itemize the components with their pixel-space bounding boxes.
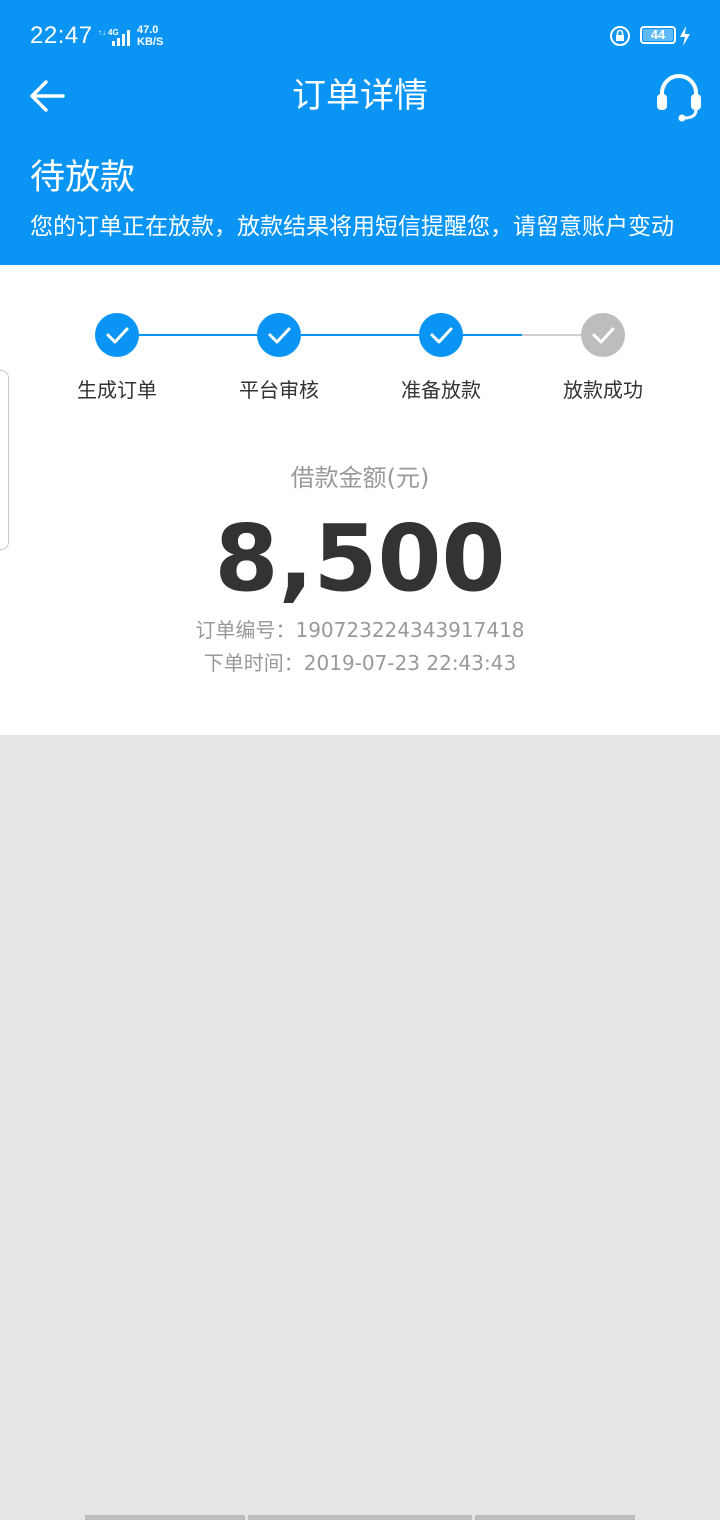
- bottom-bar-segment: [248, 1515, 472, 1520]
- order-time-label: 下单时间：: [203, 651, 304, 675]
- loan-amount-label: 借款金额(元): [290, 464, 430, 492]
- step-done-icon: [419, 313, 463, 357]
- check-icon: [430, 327, 453, 344]
- battery-icon: 44: [640, 26, 676, 44]
- step-label-prepare-loan: 准备放款: [401, 378, 481, 402]
- side-drawer-handle[interactable]: [0, 370, 9, 550]
- bottom-bar-segment: [85, 1515, 245, 1520]
- step-done-icon: [95, 313, 139, 357]
- status-time: 22:47: [30, 22, 93, 49]
- customer-service-button[interactable]: [652, 72, 706, 122]
- order-number-label: 订单编号：: [195, 618, 296, 642]
- svg-text:↑↓: ↑↓: [98, 28, 106, 37]
- headset-icon: [657, 74, 701, 122]
- nav-bar: 订单详情: [0, 62, 720, 130]
- charging-icon: [680, 26, 690, 46]
- step-connector: [441, 334, 603, 336]
- order-number-row: 订单编号：190723224343917418: [0, 615, 720, 645]
- bottom-bar-segment: [475, 1515, 635, 1520]
- order-time-row: 下单时间：2019-07-23 22:43:43: [0, 648, 720, 678]
- header-panel: 22:47 ↑↓ 4G 47.0 KB/S 44 订单详情 待放款 您的订单正在…: [0, 0, 720, 265]
- network-speed: 47.0 KB/S: [137, 24, 164, 48]
- step-label-loan-success: 放款成功: [563, 378, 643, 402]
- check-icon: [592, 327, 615, 344]
- order-status-title: 待放款: [30, 158, 136, 198]
- step-label-platform-review: 平台审核: [239, 378, 319, 402]
- order-time-value: 2019-07-23 22:43:43: [303, 651, 517, 675]
- signal-icon: ↑↓ 4G: [98, 28, 130, 46]
- check-icon: [106, 327, 129, 344]
- step-connector: [279, 334, 441, 336]
- svg-text:4G: 4G: [108, 28, 119, 37]
- step-label-create-order: 生成订单: [77, 378, 157, 402]
- order-number-value: 190723224343917418: [295, 618, 525, 642]
- rotation-lock-icon: [610, 26, 630, 46]
- step-connector: [117, 334, 279, 336]
- step-pending-icon: [581, 313, 625, 357]
- step-done-icon: [257, 313, 301, 357]
- order-status-description: 您的订单正在放款，放款结果将用短信提醒您，请留意账户变动: [30, 214, 674, 240]
- page-title: 订单详情: [292, 76, 428, 116]
- loan-amount-value: 8,500: [214, 505, 506, 612]
- check-icon: [268, 327, 291, 344]
- order-card: 生成订单 平台审核 准备放款 放款成功 借款金额(元) 8,500 订单编号：1…: [0, 265, 720, 735]
